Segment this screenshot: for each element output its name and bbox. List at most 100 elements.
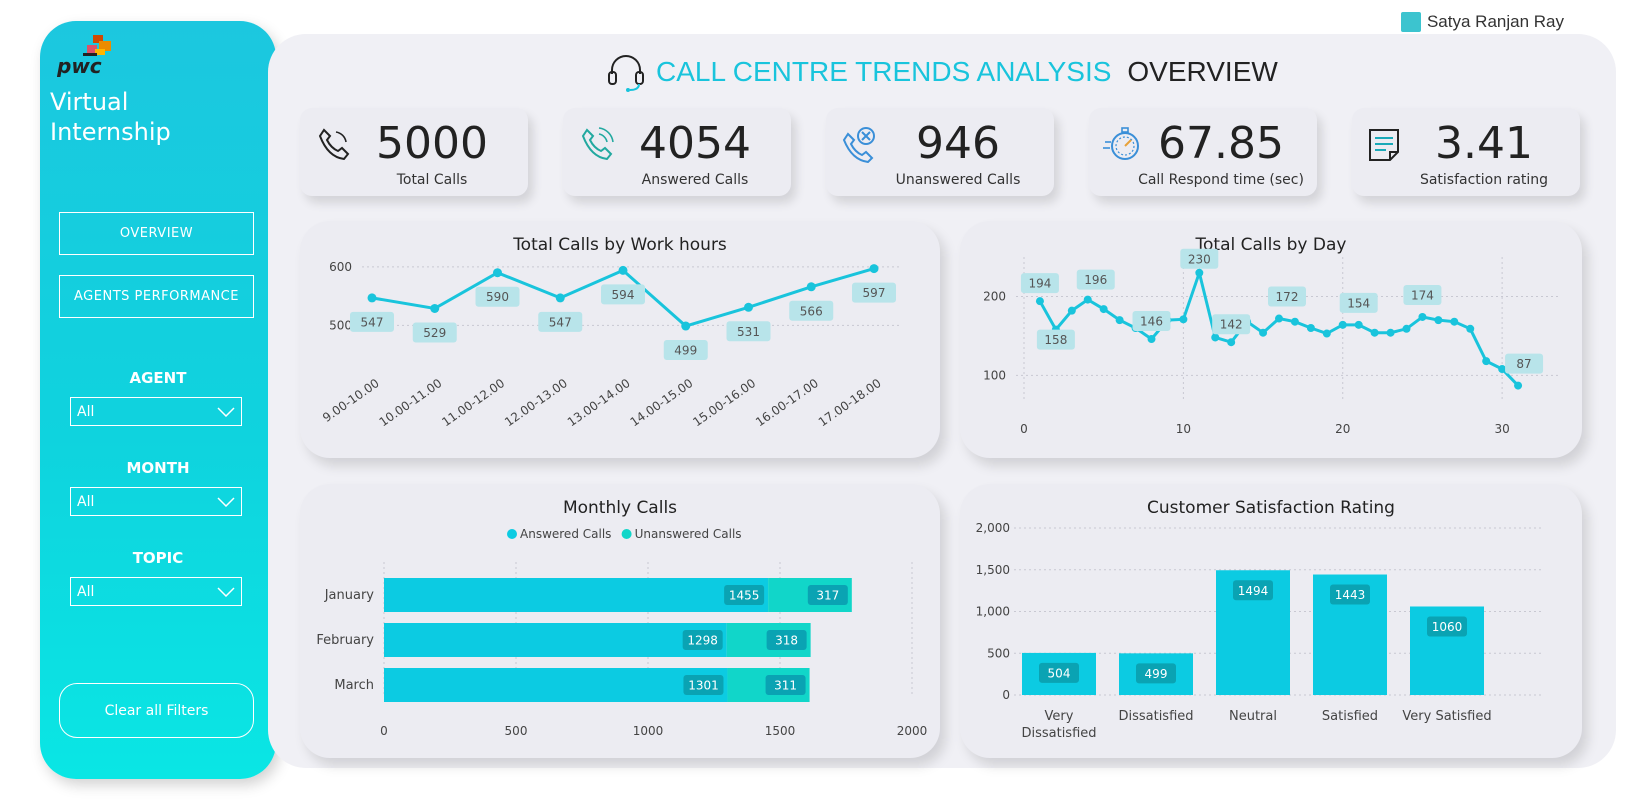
data-label: 529 <box>423 326 446 340</box>
page-title: CALL CENTRE TRENDS ANALYSIS <box>656 56 1112 87</box>
month-filter-select[interactable]: All <box>70 487 242 516</box>
x-tick-label: 20 <box>1335 422 1350 436</box>
chevron-down-icon <box>217 496 235 507</box>
bar-segment <box>384 623 727 657</box>
topic-filter-value: All <box>77 583 95 600</box>
x-tick-label: Neutral <box>1229 709 1277 724</box>
legend-marker <box>507 529 517 539</box>
data-point <box>1514 381 1523 390</box>
x-tick-label: 0 <box>380 724 388 738</box>
data-point <box>1275 314 1283 323</box>
y-tick-label: February <box>316 633 374 648</box>
data-label: 154 <box>1347 296 1370 310</box>
agent-filter-label: AGENT <box>129 369 187 387</box>
clear-filters-button[interactable]: Clear all Filters <box>59 683 254 738</box>
data-point <box>1115 316 1124 325</box>
data-point <box>555 293 565 303</box>
kpi-value: 5000 <box>376 118 488 169</box>
bar-value-label: 1060 <box>1432 620 1463 634</box>
data-point <box>681 321 691 331</box>
user-icon <box>1400 12 1421 32</box>
chart-card-satisfaction: Customer Satisfaction Rating 0 500 1,000 1,… <box>960 484 1582 758</box>
x-tick-label: 15.00-16.00 <box>690 376 758 429</box>
kpi-label: Call Respond time (sec) <box>1138 172 1304 188</box>
data-point <box>1386 328 1395 337</box>
x-tick-label: 13.00-14.00 <box>565 376 633 429</box>
kpi-value: 67.85 <box>1158 118 1284 169</box>
chevron-down-icon <box>217 406 235 417</box>
bar-value-label: 1494 <box>1238 584 1269 598</box>
x-tick-label: 0 <box>1020 422 1028 436</box>
data-point <box>1450 317 1459 326</box>
kpi-value: 3.41 <box>1435 118 1533 169</box>
data-point <box>1306 324 1315 332</box>
bar-value-label: 499 <box>1145 667 1168 681</box>
data-point <box>1370 328 1379 337</box>
topic-filter-select[interactable]: All <box>70 577 242 606</box>
page-subtitle: OVERVIEW <box>1127 56 1278 87</box>
data-point <box>1067 306 1076 315</box>
x-tick-label: 12.00-13.00 <box>502 376 570 429</box>
data-label: 194 <box>1028 277 1051 291</box>
data-label: 87 <box>1516 357 1531 371</box>
y-tick-label: 600 <box>329 260 352 274</box>
data-point <box>1498 365 1507 374</box>
data-point <box>1211 333 1220 342</box>
month-filter-label: MONTH <box>126 459 190 477</box>
sidebar-title: Virtual Internship <box>50 87 171 147</box>
dashboard-page: Satya Ranjan Ray pwc Virtual Internship … <box>0 0 1652 800</box>
x-tick-label: Dissatisfied <box>1118 709 1193 724</box>
nav-overview-button[interactable]: OVERVIEW <box>59 212 254 255</box>
y-tick-label: 2,000 <box>976 521 1010 535</box>
agent-filter-select[interactable]: All <box>70 397 242 426</box>
y-tick-label: 200 <box>983 289 1006 303</box>
x-tick-label: 30 <box>1494 422 1509 436</box>
kpi-answered-calls: 4054 Answered Calls <box>563 108 791 196</box>
work-hours-line-chart: 500 600 547 529 590 547 594 499 531 566 597 9.00-10… <box>320 260 900 429</box>
data-point <box>1418 312 1427 321</box>
data-label: 547 <box>361 315 384 329</box>
brand-text: pwc <box>57 54 102 77</box>
data-point <box>1402 324 1411 333</box>
data-point <box>1354 320 1363 329</box>
y-tick-label: March <box>334 678 374 693</box>
bar-value-label: 311 <box>774 679 797 693</box>
x-tick-label: 10 <box>1176 422 1191 436</box>
sidebar-title-line2: Internship <box>50 118 171 146</box>
y-tick-label: 1,000 <box>976 605 1010 619</box>
data-point <box>1099 305 1108 314</box>
data-point <box>1147 335 1156 344</box>
y-tick-label: 0 <box>1002 688 1010 702</box>
data-label: 146 <box>1140 315 1163 329</box>
data-point <box>1290 317 1299 326</box>
x-tick-label: 17.00-18.00 <box>816 376 884 429</box>
bar-value-label: 1455 <box>729 589 760 603</box>
kpi-satisfaction-rating: 3.41 Satisfaction rating <box>1352 108 1580 196</box>
x-tick-label: 1500 <box>765 724 796 738</box>
pwc-logo: pwc <box>57 35 111 77</box>
chevron-down-icon <box>217 586 235 597</box>
data-point <box>493 268 502 278</box>
data-point <box>1482 357 1491 366</box>
sidebar: pwc Virtual Internship OVERVIEW AGENTS P… <box>40 21 276 779</box>
data-label: 174 <box>1411 288 1434 302</box>
y-tick-label: 1,500 <box>976 563 1010 577</box>
data-label: 566 <box>800 304 823 318</box>
data-point <box>1195 268 1204 277</box>
bar-segment <box>384 668 728 702</box>
data-label: 597 <box>863 286 886 300</box>
data-label: 499 <box>674 344 697 358</box>
user-name: Satya Ranjan Ray <box>1426 12 1564 31</box>
bar-value-label: 1443 <box>1335 588 1366 602</box>
nav-agents-performance-button[interactable]: AGENTS PERFORMANCE <box>59 275 254 318</box>
data-point <box>806 282 816 292</box>
data-point <box>367 293 377 303</box>
data-point <box>1466 324 1475 333</box>
chart-card-by-day: Total Calls by Day 100 200 0 10 20 30 194 158 19… <box>960 221 1582 458</box>
data-point <box>1179 315 1188 324</box>
data-label: 594 <box>612 288 635 302</box>
x-tick-label: 1000 <box>633 724 664 738</box>
x-tick-label: Satisfied <box>1322 709 1378 724</box>
data-point <box>869 264 879 274</box>
sidebar-title-line1: Virtual <box>50 88 129 116</box>
